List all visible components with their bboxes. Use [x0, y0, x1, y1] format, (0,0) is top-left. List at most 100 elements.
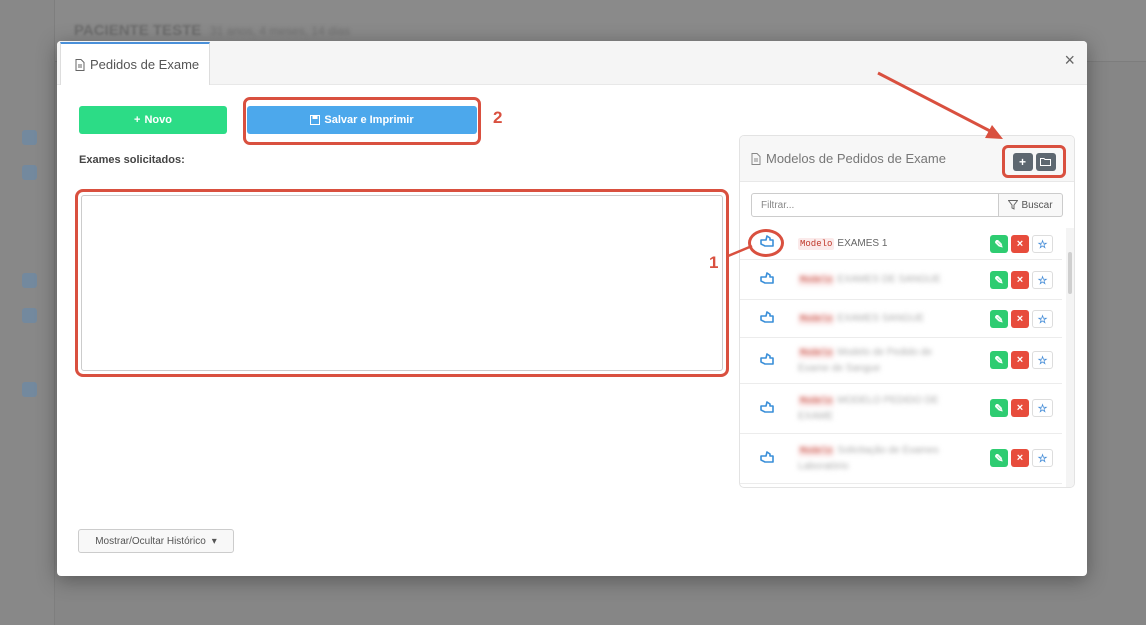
templates-panel-header: Modelos de Pedidos de Exame +: [740, 136, 1074, 182]
hand-pointer-icon[interactable]: [758, 352, 776, 370]
star-icon: ☆: [1037, 313, 1048, 326]
template-name: Modelo Solicitação de Exames Laboratório: [798, 443, 958, 475]
list-scrollbar[interactable]: [1066, 228, 1074, 487]
favorite-button[interactable]: ☆: [1032, 271, 1053, 289]
filter-input[interactable]: Filtrar...: [751, 193, 999, 217]
delete-button[interactable]: ×: [1011, 310, 1029, 328]
list-item: Modelo MODELO PEDIDO DE EXAME ✎ × ☆: [740, 384, 1062, 434]
delete-button[interactable]: ×: [1011, 449, 1029, 467]
templates-list: Modelo EXAMES 1 ✎ × ☆ Modelo EXAMES DE SAN…: [740, 228, 1066, 487]
templates-panel: Modelos de Pedidos de Exame + Filtrar...…: [739, 135, 1075, 488]
edit-button[interactable]: ✎: [990, 351, 1008, 369]
background-icon: [22, 130, 37, 145]
favorite-button[interactable]: ☆: [1032, 235, 1053, 253]
callout-number-2: 2: [493, 108, 503, 127]
patient-age: 31 anos, 4 meses, 14 dias: [210, 24, 351, 38]
background-icon: [22, 308, 37, 323]
template-tag: Modelo: [798, 395, 835, 407]
delete-button[interactable]: ×: [1011, 399, 1029, 417]
exams-textarea[interactable]: [81, 195, 723, 371]
list-item: Modelo Modelo de Pedido de Exame de Sangu…: [740, 338, 1062, 384]
row-actions: ✎ × ☆: [990, 310, 1053, 328]
background-icon: [22, 273, 37, 288]
hand-pointer-icon[interactable]: [758, 450, 776, 468]
favorite-button[interactable]: ☆: [1032, 310, 1053, 328]
document-icon: [751, 152, 761, 165]
edit-icon: ✎: [994, 238, 1004, 251]
template-tag: Modelo: [798, 445, 835, 457]
search-button[interactable]: Buscar: [999, 193, 1063, 217]
row-actions: ✎ × ☆: [990, 271, 1053, 289]
highlight-template-actions: +: [1002, 145, 1066, 178]
save-print-label: Salvar e Imprimir: [324, 114, 414, 126]
list-item: Modelo Solicitação de Exames Laboratório …: [740, 434, 1062, 484]
close-icon[interactable]: ×: [1064, 51, 1075, 69]
caret-down-icon: ▾: [211, 535, 217, 547]
template-name-text: EXAMES 1: [837, 238, 888, 249]
exam-request-modal: Pedidos de Exame × + Novo Salvar e Impri…: [57, 41, 1087, 576]
hand-pointer-icon[interactable]: [758, 271, 776, 289]
background-icon: [22, 382, 37, 397]
favorite-button[interactable]: ☆: [1032, 449, 1053, 467]
template-name: Modelo EXAMES DE SANGUE: [798, 272, 958, 288]
template-tag: Modelo: [798, 238, 835, 250]
star-icon: ☆: [1037, 354, 1048, 367]
row-actions: ✎ × ☆: [990, 235, 1053, 253]
delete-button[interactable]: ×: [1011, 271, 1029, 289]
save-print-button[interactable]: Salvar e Imprimir: [247, 106, 477, 134]
tab-exam-requests[interactable]: Pedidos de Exame: [60, 42, 210, 85]
close-icon: ×: [1016, 402, 1024, 414]
template-tag: Modelo: [798, 347, 835, 359]
star-icon: ☆: [1037, 238, 1048, 251]
patient-name: PACIENTE TESTE: [74, 22, 202, 39]
close-icon: ×: [1016, 313, 1024, 325]
favorite-button[interactable]: ☆: [1032, 399, 1053, 417]
edit-icon: ✎: [994, 402, 1004, 415]
star-icon: ☆: [1037, 452, 1048, 465]
scrollbar-thumb[interactable]: [1068, 252, 1072, 294]
new-button[interactable]: + Novo: [79, 106, 227, 134]
add-template-button[interactable]: +: [1012, 152, 1033, 171]
hand-pointer-icon[interactable]: [758, 310, 776, 328]
list-item: Modelo EXAMES DE SANGUE ✎ × ☆: [740, 260, 1062, 300]
exams-requested-label: Exames solicitados:: [79, 154, 185, 166]
list-item: Modelo EXAMES SANGUE ✎ × ☆: [740, 300, 1062, 338]
row-actions: ✎ × ☆: [990, 399, 1053, 417]
favorite-button[interactable]: ☆: [1032, 351, 1053, 369]
template-name-text: EXAMES DE SANGUE: [837, 274, 941, 285]
delete-button[interactable]: ×: [1011, 235, 1029, 253]
search-button-label: Buscar: [1021, 199, 1053, 211]
template-tag: Modelo: [798, 274, 835, 286]
open-folder-button[interactable]: [1035, 152, 1056, 171]
edit-icon: ✎: [994, 354, 1004, 367]
templates-panel-title: Modelos de Pedidos de Exame: [766, 151, 946, 166]
close-icon: ×: [1016, 452, 1024, 464]
edit-button[interactable]: ✎: [990, 271, 1008, 289]
template-name: Modelo MODELO PEDIDO DE EXAME: [798, 393, 958, 425]
document-icon: [75, 58, 85, 71]
hand-pointer-icon[interactable]: [758, 234, 776, 252]
row-actions: ✎ × ☆: [990, 351, 1053, 369]
edit-button[interactable]: ✎: [990, 449, 1008, 467]
plus-icon: +: [1018, 154, 1026, 169]
hand-pointer-icon[interactable]: [758, 400, 776, 418]
close-icon: ×: [1016, 238, 1024, 250]
edit-icon: ✎: [994, 313, 1004, 326]
folder-icon: [1040, 158, 1051, 166]
edit-button[interactable]: ✎: [990, 310, 1008, 328]
plus-icon: +: [134, 114, 141, 126]
filter-icon: [1008, 200, 1019, 210]
template-name: Modelo Modelo de Pedido de Exame de Sangu…: [798, 345, 958, 377]
edit-icon: ✎: [994, 274, 1004, 287]
star-icon: ☆: [1037, 274, 1048, 287]
history-toggle-button[interactable]: Mostrar/Ocultar Histórico ▾: [78, 529, 234, 553]
template-name: Modelo EXAMES 1: [798, 236, 958, 252]
delete-button[interactable]: ×: [1011, 351, 1029, 369]
edit-button[interactable]: ✎: [990, 235, 1008, 253]
list-item: Modelo EXAMES 1 ✎ × ☆: [740, 228, 1062, 260]
template-name: Modelo EXAMES SANGUE: [798, 311, 958, 327]
edit-button[interactable]: ✎: [990, 399, 1008, 417]
highlight-exams-textarea: [75, 189, 729, 377]
close-icon: ×: [1016, 354, 1024, 366]
template-tag: Modelo: [798, 313, 835, 325]
